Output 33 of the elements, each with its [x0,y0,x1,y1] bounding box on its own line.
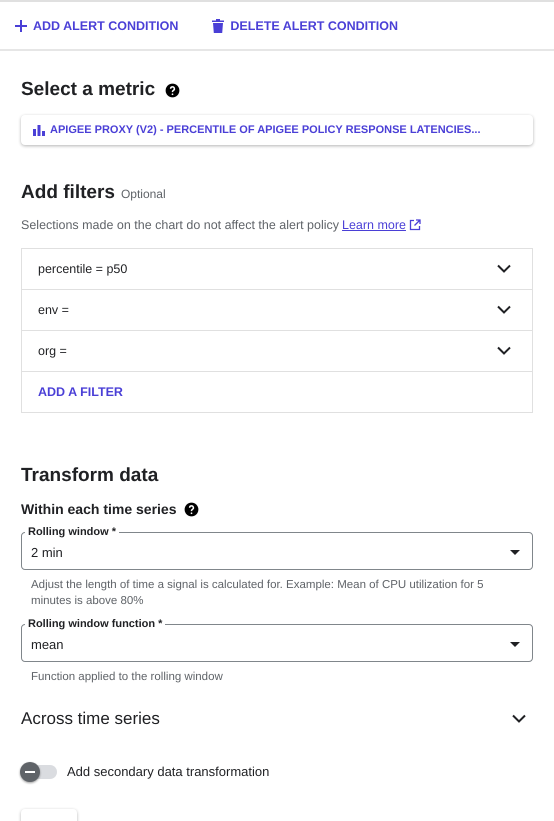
help-text: Selections made on the chart do not affect the alert policy [21,218,340,232]
optional-label: Optional [120,187,166,201]
delete-alert-condition-button[interactable]: DELETE ALERT CONDITION [212,18,398,32]
filter-label: org = [38,344,67,358]
filter-label: percentile = p50 [38,262,128,276]
chevron-icon[interactable] [496,305,512,315]
select-field[interactable]: Rolling window function * mean [21,617,533,662]
chevron-icon[interactable] [496,264,512,274]
chevron-icon[interactable] [496,346,512,356]
section-title: Across time series [21,709,160,729]
add-filter-button[interactable]: ADD A FILTER [38,385,123,399]
section-title: Select a metric [21,79,156,101]
filter-label: env = [38,303,69,317]
select-field[interactable]: Rolling window * 2 min [21,525,533,570]
learn-more-link[interactable]: Learn more [342,218,406,232]
hint-text: Function applied to the rolling window [30,670,224,685]
chevron-icon[interactable] [511,714,527,724]
dropdown-arrow-icon [510,550,520,554]
dropdown-arrow-icon [510,642,520,646]
help-icon[interactable] [165,82,180,98]
section-title: Transform data [21,465,158,487]
toggle-label: Add secondary data transformation [67,764,270,779]
external-link-icon[interactable] [408,219,421,231]
metric-select-button[interactable]: APIGEE PROXY (V2) - PERCENTILE OF APIGEE POLICY RESPONSE LATENCIES... [21,115,533,145]
trash-icon [212,18,224,32]
subsection-title: Within each time series [21,501,176,517]
section-title: Add filters [21,182,115,204]
plus-icon [15,20,27,32]
bar-chart-icon [33,124,45,136]
toggle-switch[interactable] [21,764,57,778]
help-icon[interactable] [184,502,200,516]
add-alert-condition-button[interactable]: ADD ALERT CONDITION [15,18,178,32]
hint-text: Adjust the length of time a signal is calculated for. Example: Mean of CPU utilization for 5 minutes is above 80% [30,578,485,609]
